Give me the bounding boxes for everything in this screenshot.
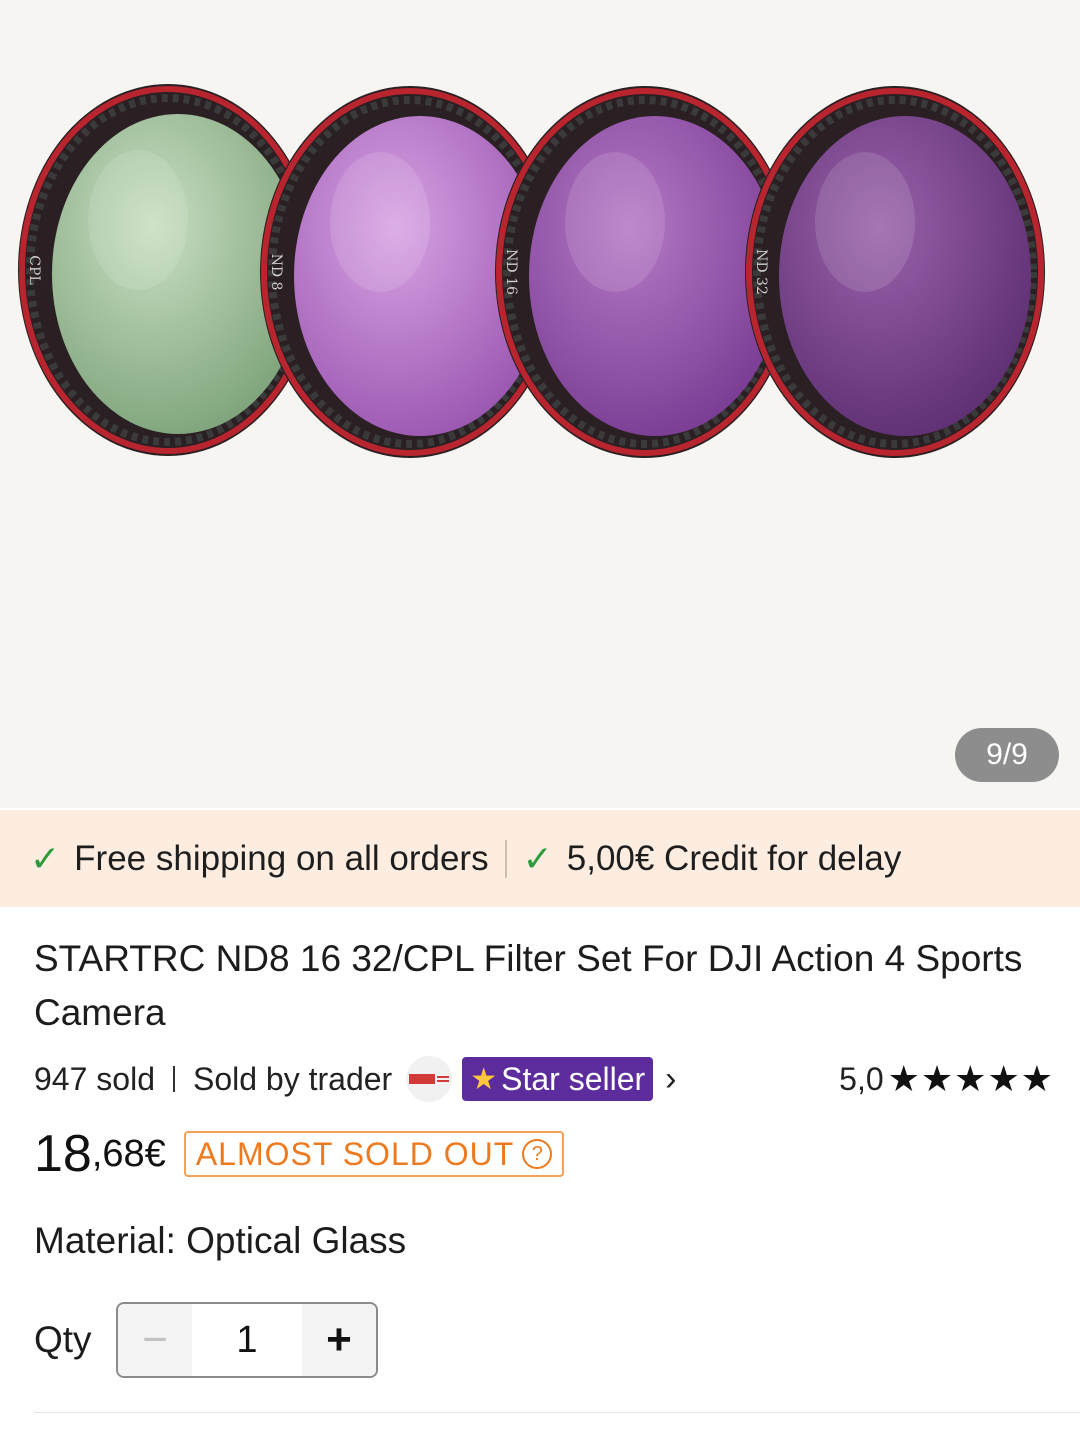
chevron-right-icon[interactable]: › [665,1060,676,1099]
price-row: 18 ,68€ ALMOST SOLD OUT ? [34,1122,565,1186]
shop-logo-mark [409,1074,450,1084]
check-icon: ✓ [30,837,61,879]
filter-label: ND 32 [753,249,769,295]
price-decimal: ,68€ [91,1132,166,1175]
material-spec: Material: Optical Glass [34,1220,407,1261]
almost-sold-out-badge[interactable]: ALMOST SOLD OUT ? [183,1131,565,1177]
shop-logo[interactable] [406,1056,453,1102]
sold-by-label: Sold by trader [192,1060,393,1097]
filter-label: ND 8 [268,254,284,291]
free-shipping-text: Free shipping on all orders [74,838,489,878]
product-image-gallery[interactable]: CPL ND 8 ND 16 ND 32 9/9 [0,0,1080,808]
promo-banner[interactable]: ✓ Free shipping on all orders ✓ 5,00€ Cr… [0,810,1080,907]
help-icon[interactable]: ? [522,1139,553,1169]
rating-value: 5,0 [839,1060,884,1097]
rating[interactable]: 5,0 ★★★★★ [839,1058,1054,1100]
star-icon: ★ [470,1062,498,1096]
delay-credit-text: 5,00€ Credit for delay [566,838,902,878]
minus-icon: − [142,1315,168,1364]
increase-button[interactable]: + [302,1304,376,1376]
star-seller-label: Star seller [501,1060,646,1097]
divider [504,839,507,878]
badge-label: ALMOST SOLD OUT [195,1135,515,1172]
qty-label: Qty [34,1319,92,1360]
quantity-row: Qty − 1 + [34,1302,378,1378]
quantity-value[interactable]: 1 [192,1304,302,1376]
image-counter: 9/9 [955,728,1059,782]
filter-label: CPL [26,255,42,284]
quantity-stepper[interactable]: − 1 + [116,1302,378,1378]
rating-stars-icon: ★★★★★ [887,1058,1054,1099]
sold-count: 947 sold [34,1060,155,1097]
product-title: STARTRC ND8 16 32/CPL Filter Set For DJI… [34,938,1023,1033]
product-meta-row: 947 sold Sold by trader ★ Star seller › … [34,1055,1054,1103]
star-seller-badge[interactable]: ★ Star seller [462,1057,654,1101]
plus-icon: + [326,1315,352,1364]
divider [172,1066,175,1092]
lens-filter: ND 32 [745,86,1045,458]
check-icon: ✓ [522,837,553,879]
decrease-button[interactable]: − [118,1304,192,1376]
product-image: CPL ND 8 ND 16 ND 32 [18,84,1045,458]
filter-label: ND 16 [503,249,519,295]
price-integer: 18 [34,1125,92,1183]
section-divider [34,1412,1080,1413]
